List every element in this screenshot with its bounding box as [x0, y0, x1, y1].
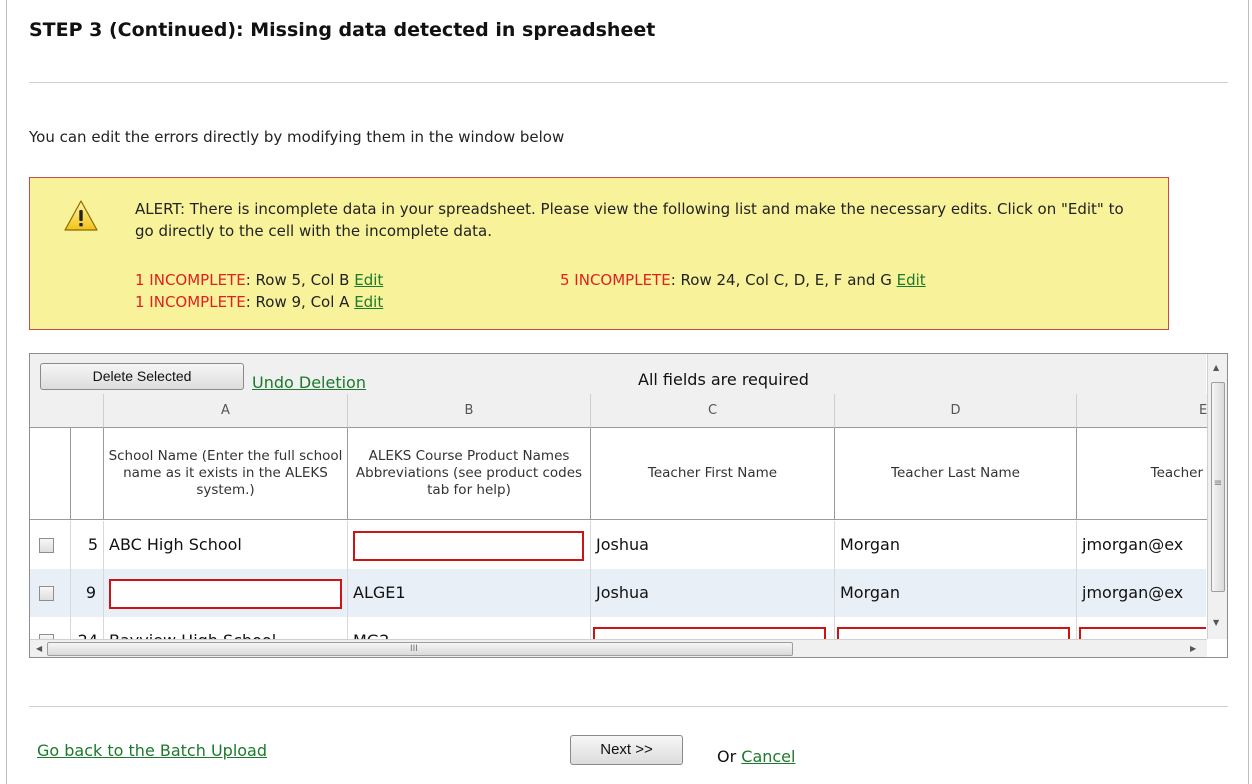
column-letter-b[interactable]: B — [348, 394, 591, 428]
scroll-grip-icon: III — [410, 644, 418, 654]
course-product-cell[interactable] — [348, 521, 591, 569]
header-course-product: ALEKS Course Product Names Abbreviations… — [348, 428, 591, 520]
edit-link[interactable]: Edit — [354, 293, 383, 311]
scroll-left-arrow-icon[interactable]: ◀ — [36, 644, 42, 654]
incomplete-location: : Row 24, Col C, D, E, F and G — [670, 271, 897, 289]
scroll-up-arrow-icon[interactable]: ▲ — [1213, 363, 1219, 373]
header-school-name: School Name (Enter the full school name … — [104, 428, 348, 520]
teacher-last-name-cell[interactable]: Morgan — [835, 569, 1077, 617]
school-name-cell[interactable]: ABC High School — [104, 521, 348, 569]
grid-toolbar: Delete Selected Undo Deletion All fields… — [30, 354, 1206, 394]
vertical-scroll-thumb[interactable]: ≡ — [1211, 382, 1225, 592]
header-teacher-last-name: Teacher Last Name — [835, 428, 1077, 520]
back-to-batch-upload-link[interactable]: Go back to the Batch Upload — [37, 741, 267, 760]
horizontal-scrollbar[interactable]: ◀ III ▶ — [30, 639, 1207, 657]
cancel-link[interactable]: Cancel — [741, 747, 795, 766]
row-number: 5 — [71, 521, 104, 569]
column-letter-d[interactable]: D — [835, 394, 1077, 428]
row-select-cell — [30, 617, 71, 639]
or-text-group: Or Cancel — [717, 747, 795, 766]
teacher-first-name-cell[interactable] — [591, 617, 835, 639]
spreadsheet-grid: Delete Selected Undo Deletion All fields… — [29, 353, 1228, 658]
course-product-cell[interactable]: MG2 — [348, 617, 591, 639]
course-product-cell[interactable]: ALGE1 — [348, 569, 591, 617]
edit-link[interactable]: Edit — [354, 271, 383, 289]
warning-icon — [64, 200, 98, 231]
incomplete-field[interactable] — [1079, 627, 1206, 639]
row-checkbox[interactable] — [39, 538, 54, 553]
row-number-header — [71, 428, 104, 520]
incomplete-field[interactable] — [837, 627, 1070, 639]
row-checkbox[interactable] — [39, 586, 54, 601]
teacher-email-cell[interactable]: jmorgan@ex — [1077, 521, 1206, 569]
incomplete-label: 5 INCOMPLETE — [560, 271, 671, 289]
teacher-first-name-cell[interactable]: Joshua — [591, 521, 835, 569]
alert-message: ALERT: There is incomplete data in your … — [135, 200, 1124, 240]
scroll-down-arrow-icon[interactable]: ▼ — [1213, 618, 1219, 628]
intro-text: You can edit the errors directly by modi… — [29, 128, 565, 146]
page-title: STEP 3 (Continued): Missing data detecte… — [29, 19, 656, 41]
table-row: 9 ALGE1 Joshua Morgan jmorgan@ex — [30, 569, 1206, 617]
column-letter-a[interactable]: A — [104, 394, 348, 428]
teacher-first-name-cell[interactable]: Joshua — [591, 569, 835, 617]
table-row: 5 ABC High School Joshua Morgan jmorgan@… — [30, 521, 1206, 569]
column-letter-c[interactable]: C — [591, 394, 835, 428]
teacher-email-cell[interactable]: jmorgan@ex — [1077, 569, 1206, 617]
or-text: Or — [717, 747, 737, 766]
horizontal-scroll-thumb[interactable]: III — [47, 642, 793, 656]
divider — [29, 82, 1228, 83]
teacher-last-name-cell[interactable]: Morgan — [835, 521, 1077, 569]
next-button[interactable]: Next >> — [570, 735, 683, 765]
table-row: 24 Bayview High School MG2 — [30, 617, 1206, 639]
vertical-scrollbar[interactable]: ▲ ≡ ▼ — [1207, 354, 1227, 639]
school-name-cell[interactable] — [104, 569, 348, 617]
header-teacher-first-name: Teacher First Name — [591, 428, 835, 520]
incomplete-location: : Row 9, Col A — [245, 293, 355, 311]
checkbox-header — [30, 428, 71, 520]
undo-deletion-link[interactable]: Undo Deletion — [252, 373, 366, 392]
row-number: 24 — [71, 617, 104, 639]
column-letter-corner — [30, 394, 104, 428]
teacher-email-cell[interactable] — [1077, 617, 1206, 639]
incomplete-item: 1 INCOMPLETE: Row 5, Col B Edit — [135, 269, 383, 291]
incomplete-location: : Row 5, Col B — [245, 271, 355, 289]
scroll-right-arrow-icon[interactable]: ▶ — [1190, 644, 1196, 654]
incomplete-field[interactable] — [109, 579, 342, 609]
column-letter-e[interactable]: E — [1077, 394, 1227, 428]
incomplete-field[interactable] — [353, 531, 584, 561]
teacher-last-name-cell[interactable] — [835, 617, 1077, 639]
row-select-cell — [30, 521, 71, 569]
incomplete-field[interactable] — [593, 627, 826, 639]
divider — [29, 706, 1228, 707]
incomplete-label: 1 INCOMPLETE — [135, 293, 246, 311]
incomplete-item: 5 INCOMPLETE: Row 24, Col C, D, E, F and… — [560, 269, 926, 291]
incomplete-item: 1 INCOMPLETE: Row 9, Col A Edit — [135, 291, 383, 313]
scroll-grip-icon: ≡ — [1213, 478, 1223, 489]
delete-selected-button[interactable]: Delete Selected — [40, 363, 244, 390]
row-number: 9 — [71, 569, 104, 617]
edit-link[interactable]: Edit — [897, 271, 926, 289]
alert-box: ALERT: There is incomplete data in your … — [29, 177, 1169, 330]
row-select-cell — [30, 569, 71, 617]
header-teacher-email: Teacher — [1077, 428, 1207, 520]
required-note: All fields are required — [638, 370, 809, 389]
incomplete-label: 1 INCOMPLETE — [135, 271, 246, 289]
school-name-cell[interactable]: Bayview High School — [104, 617, 348, 639]
